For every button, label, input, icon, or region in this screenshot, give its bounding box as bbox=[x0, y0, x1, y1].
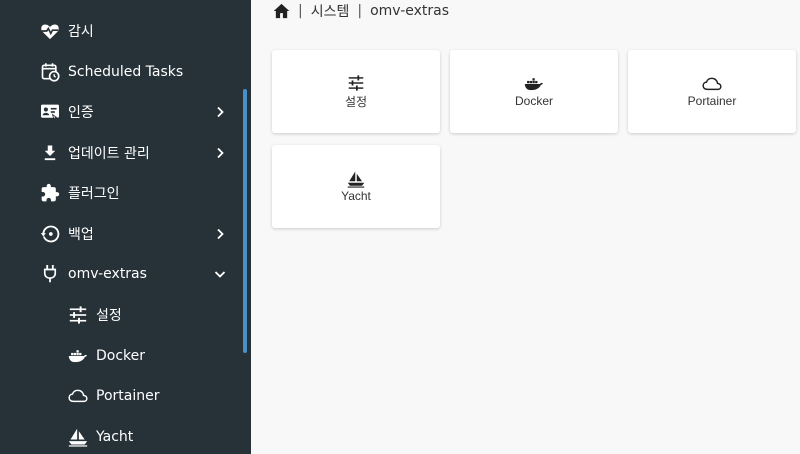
sidebar-subitem-portainer[interactable]: Portainer bbox=[0, 376, 244, 416]
sidebar-item-label: Docker bbox=[96, 348, 146, 364]
card-label: 설정 bbox=[344, 94, 368, 109]
sidebar-item-plugins[interactable]: 플러그인 bbox=[0, 173, 244, 213]
breadcrumb-item-omv-extras: omv-extras bbox=[370, 3, 450, 19]
sidebar-item-scheduled-tasks[interactable]: Scheduled Tasks bbox=[0, 52, 244, 92]
cloud-outline-icon bbox=[702, 75, 722, 93]
sidebar-item-label: 감시 bbox=[68, 24, 94, 40]
breadcrumb-separator: | bbox=[357, 3, 363, 19]
home-icon[interactable] bbox=[272, 2, 290, 20]
tune-icon bbox=[68, 305, 88, 325]
sailboat-icon bbox=[68, 427, 88, 447]
sidebar-item-label: Yacht bbox=[96, 429, 134, 445]
docker-icon bbox=[524, 75, 544, 93]
sidebar-scrollbar[interactable] bbox=[243, 89, 247, 353]
sidebar-subitem-settings[interactable]: 설정 bbox=[0, 295, 244, 335]
sidebar-item-monitoring[interactable]: 감시 bbox=[0, 11, 244, 51]
cloud-outline-icon bbox=[68, 386, 88, 406]
chevron-right-icon bbox=[212, 226, 228, 242]
sidebar-item-label: 설정 bbox=[96, 308, 122, 324]
sidebar-item-update-management[interactable]: 업데이트 관리 bbox=[0, 133, 244, 173]
sidebar-item-label: 플러그인 bbox=[68, 186, 120, 202]
card-label: Yacht bbox=[341, 189, 371, 203]
sidebar-item-label: Scheduled Tasks bbox=[68, 64, 184, 80]
badge-account-icon bbox=[40, 102, 60, 122]
card-yacht[interactable]: Yacht bbox=[272, 145, 440, 228]
sailboat-icon bbox=[346, 170, 366, 188]
sidebar-item-label: 인증 bbox=[68, 105, 94, 121]
puzzle-icon bbox=[40, 183, 60, 203]
sidebar-item-label: omv-extras bbox=[68, 266, 147, 282]
calendar-clock-icon bbox=[40, 62, 60, 82]
chevron-right-icon bbox=[212, 145, 228, 161]
breadcrumb: | 시스템 | omv-extras bbox=[272, 0, 449, 22]
card-label: Docker bbox=[514, 94, 553, 108]
card-portainer[interactable]: Portainer bbox=[628, 50, 796, 133]
breadcrumb-separator: | bbox=[298, 3, 303, 19]
card-label: Portainer bbox=[687, 94, 737, 108]
sidebar-subitem-yacht[interactable]: Yacht bbox=[0, 417, 244, 454]
chevron-down-icon bbox=[212, 266, 228, 282]
card-settings[interactable]: 설정 bbox=[272, 50, 440, 133]
chevron-right-icon bbox=[212, 104, 228, 120]
sidebar-item-label: 업데이트 관리 bbox=[68, 146, 150, 162]
sidebar-subitem-docker[interactable]: Docker bbox=[0, 336, 244, 376]
sidebar-item-label: 백업 bbox=[68, 227, 94, 243]
breadcrumb-item-system[interactable]: 시스템 bbox=[311, 1, 350, 21]
backup-restore-icon bbox=[40, 224, 60, 244]
app-window: 감시 Scheduled Tasks 인증 업데이트 관리 플러그인 백업 om… bbox=[0, 0, 800, 454]
tune-icon bbox=[346, 74, 366, 92]
download-icon bbox=[40, 143, 60, 163]
sidebar-item-label: Portainer bbox=[96, 388, 160, 404]
heart-pulse-icon bbox=[40, 21, 60, 41]
docker-icon bbox=[68, 346, 88, 366]
power-plug-icon bbox=[40, 264, 60, 284]
sidebar-item-auth[interactable]: 인증 bbox=[0, 92, 244, 132]
sidebar: 감시 Scheduled Tasks 인증 업데이트 관리 플러그인 백업 om… bbox=[0, 0, 251, 454]
sidebar-item-backup[interactable]: 백업 bbox=[0, 214, 244, 254]
sidebar-item-omv-extras[interactable]: omv-extras bbox=[0, 254, 244, 294]
card-docker[interactable]: Docker bbox=[450, 50, 618, 133]
